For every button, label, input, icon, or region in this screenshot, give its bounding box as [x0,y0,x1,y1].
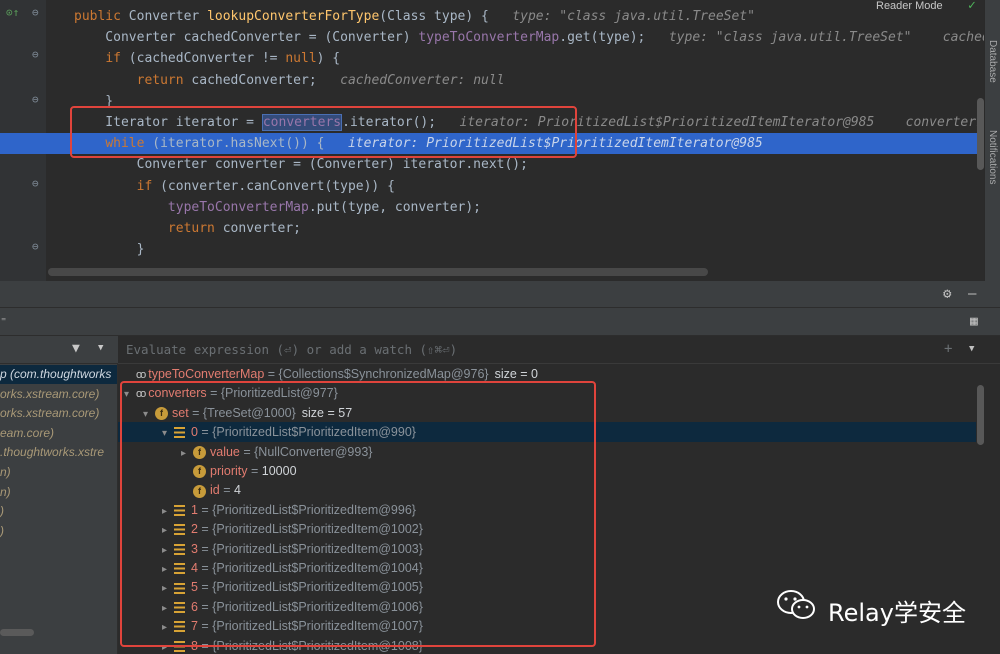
code-token: converter; [222,221,301,236]
debugger-toolbar: ⚙ — [0,281,1000,308]
fold-icon[interactable]: ⊖ [32,177,39,190]
watermark-text: Relay学安全 [828,599,966,627]
code-token: (Class type) { [379,9,489,24]
reader-mode-button[interactable]: Reader Mode [876,0,943,12]
filter-icon[interactable]: ▼ [72,341,80,356]
gear-icon[interactable]: ⚙ [943,286,951,302]
stack-frame-item[interactable]: ) [0,502,4,521]
code-token: if [105,51,129,67]
right-tool-strip: Database Notifications [984,0,1000,281]
code-token: null [285,51,317,67]
annotation-box-iterator [70,106,577,158]
code-editor[interactable]: ⊙↑ ⊖ ⊖ ⊖ ⊖ ⊖ ⊖ public Converter lookupCo… [0,0,1000,281]
code-token: typeToConverterMap [418,30,560,46]
inline-value-hint: cachedConverter: null [316,72,505,88]
settings-icon[interactable]: ⁼ [0,314,7,328]
code-token: return [167,221,223,236]
frames-scrollbar[interactable] [0,629,34,636]
variable-name: typeToConverterMap [148,367,265,381]
stack-frame-item[interactable]: ) [0,522,4,541]
tool-window-notifications[interactable]: Notifications [987,130,998,184]
code-token: ) { [316,51,341,67]
evaluate-bar: Evaluate expression (⏎) or add a watch (… [118,336,1000,364]
stack-frame-item[interactable]: .thoughtworks.xstre [0,443,104,462]
code-line[interactable]: if (cachedConverter != null) { [74,48,340,69]
stack-frame-item[interactable]: n) [0,483,11,502]
code-token: Converter [128,9,208,24]
debugger-subtoolbar: ⁼ ▦ [0,308,1000,336]
variable-size: size = 0 [494,367,539,381]
tool-window-database[interactable]: Database [987,40,998,83]
chevron-down-icon[interactable]: ▼ [969,344,974,354]
code-line[interactable]: return converter; [74,218,301,239]
code-line[interactable]: typeToConverterMap.put(type, converter); [74,197,481,218]
chevron-down-icon[interactable]: ▼ [98,343,103,353]
code-token: cachedConverter; [191,72,317,88]
stack-frame-item[interactable]: orks.xstream.core) [0,404,99,423]
vertical-scrollbar[interactable] [977,98,984,170]
wechat-logo-icon [777,590,815,619]
stack-frame-item[interactable]: p (com.thoughtworks [0,365,117,384]
frames-list: p (com.thoughtworks orks.xstream.core) ork… [0,364,118,654]
frames-header: ▼ ▼ [0,336,118,364]
stack-frame-item[interactable]: orks.xstream.core) [0,385,99,404]
code-token: Converter converter = (Converter) iterat… [74,157,528,173]
code-token: .get(type); [559,30,646,46]
minimize-icon[interactable]: — [968,286,976,302]
code-token: typeToConverterMap [167,199,309,215]
code-token: if [136,178,161,194]
variables-scrollbar[interactable] [977,385,984,445]
layout-icon[interactable]: ▦ [970,314,978,329]
stack-frame-item[interactable]: eam.core) [0,424,54,443]
check-icon: ✓ [968,0,976,13]
code-token: lookupConverterForType [207,9,380,24]
code-token: public [74,9,129,24]
horizontal-scrollbar[interactable] [48,268,708,276]
code-token: (converter.canConvert(type)) { [160,178,395,194]
add-watch-icon[interactable]: + [944,341,952,357]
debug-frame-icon[interactable]: ⊙↑ [6,6,19,19]
variable-value: = {Collections$SynchronizedMap@976} [264,367,489,381]
code-line[interactable]: return cachedConverter; cachedConverter:… [74,70,505,91]
code-token: .put(type, converter); [308,199,481,215]
code-line[interactable]: Converter cachedConverter = (Converter) … [74,27,1000,48]
fold-icon[interactable]: ⊖ [32,48,39,61]
stack-frame-item[interactable]: n) [0,463,11,482]
code-token: return [136,72,192,88]
annotation-box-converters [120,381,596,647]
code-token: Converter cachedConverter = (Converter) [74,30,419,46]
code-token: } [74,242,145,258]
code-token: (cachedConverter != [128,51,286,67]
fold-icon[interactable]: ⊖ [32,240,39,253]
code-line[interactable]: } [74,239,145,260]
fold-icon[interactable]: ⊖ [32,93,39,106]
code-line[interactable]: if (converter.canConvert(type)) { [74,176,395,197]
evaluate-expression-input[interactable]: Evaluate expression (⏎) or add a watch (… [126,342,457,357]
code-line[interactable]: public Converter lookupConverterForType(… [74,6,755,27]
inline-value-hint: type: "class java.util.TreeSet" cachedCo [645,30,1000,46]
inline-value-hint: type: "class java.util.TreeSet" [488,9,755,24]
fold-icon[interactable]: ⊖ [32,6,39,19]
